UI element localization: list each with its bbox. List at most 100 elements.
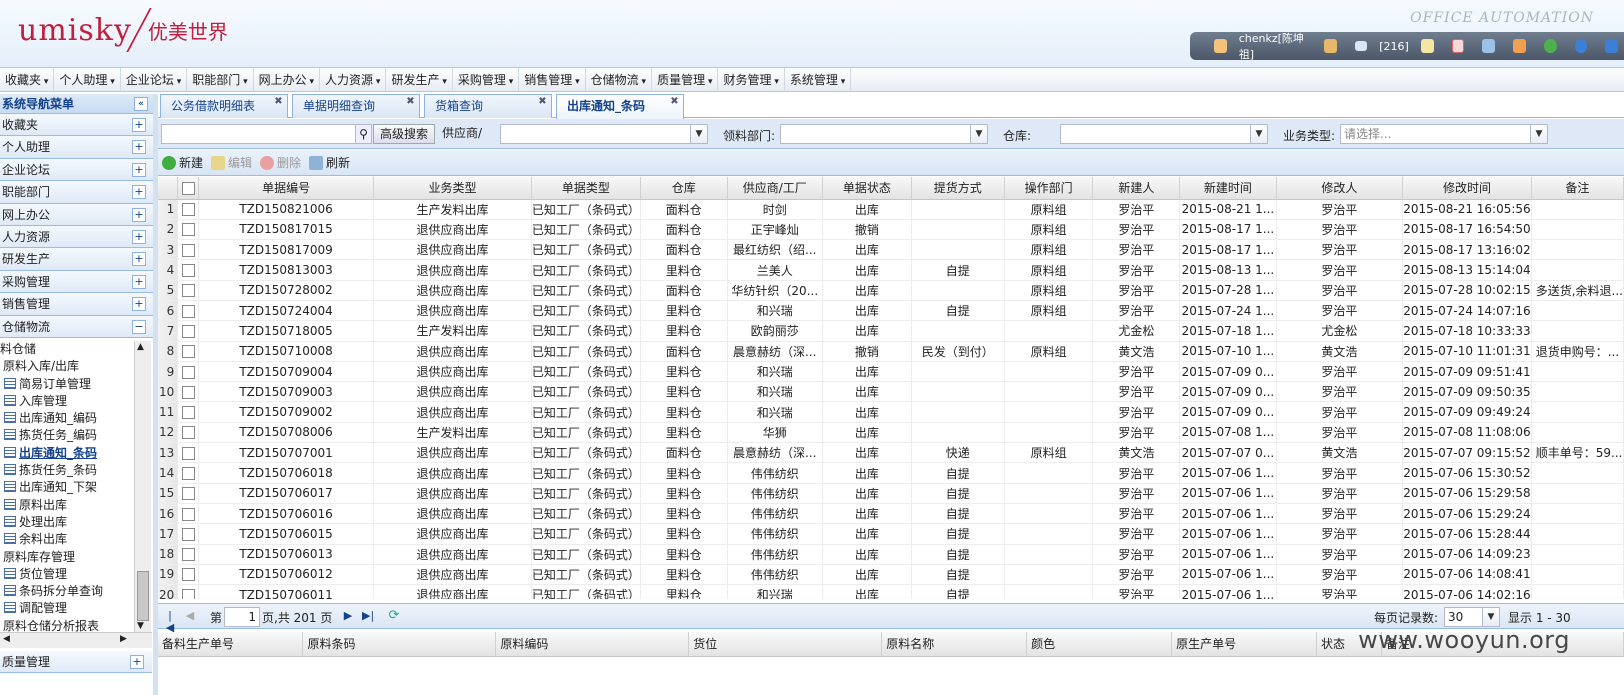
row-checkbox[interactable] — [181, 548, 195, 562]
table-row[interactable]: 15 TZD150706017 退供应商出库 已知工厂（条码式） 里料仓 伟伟纺织 出库 自提… — [158, 483, 1624, 504]
tree-node[interactable]: 入库管理 — [0, 393, 152, 410]
column-header[interactable]: 提货方式 — [911, 177, 1005, 200]
row-select-cell[interactable] — [177, 564, 199, 586]
collapse-icon[interactable] — [1605, 39, 1619, 53]
row-checkbox[interactable] — [181, 588, 195, 599]
column-header[interactable]: 单据编号 — [198, 177, 375, 200]
detail-column-header[interactable]: 原生产单号 — [1171, 632, 1318, 657]
expand-icon[interactable]: + — [132, 297, 146, 312]
row-checkbox[interactable] — [181, 507, 195, 521]
column-header[interactable]: 新建人 — [1092, 177, 1181, 200]
table-row[interactable]: 3 TZD150817009 退供应商出库 已知工厂（条码式） 面料仓 最红纺织（绍...… — [158, 239, 1624, 261]
detail-column-header[interactable]: 货位 — [688, 632, 883, 657]
table-row[interactable]: 7 TZD150718005 生产发料出库 已知工厂（条码式） 里料仓 欧韵丽莎 出库 尤金松… — [158, 320, 1624, 342]
refresh-button[interactable]: 刷新 — [309, 154, 350, 171]
row-checkbox[interactable] — [181, 324, 195, 338]
mail-icon[interactable] — [1354, 41, 1368, 51]
table-row[interactable]: 17 TZD150706015 退供应商出库 已知工厂（条码式） 里料仓 伟伟纺织 出库 自提… — [158, 523, 1624, 545]
chevron-down-icon[interactable]: ▼ — [1530, 125, 1547, 143]
column-header[interactable]: 单据类型 — [531, 177, 641, 200]
tree-node[interactable]: 简易订单管理 — [0, 376, 152, 393]
first-page-icon[interactable]: |◀ — [164, 610, 176, 634]
table-row[interactable]: 1 TZD150821006 生产发料出库 已知工厂（条码式） 面料仓 时剑 出库 原料组 罗治… — [158, 199, 1624, 220]
column-header[interactable]: 修改人 — [1276, 177, 1404, 200]
tree-node[interactable]: 拣货任务_条码 — [0, 462, 152, 479]
row-checkbox[interactable] — [181, 527, 195, 541]
chevron-down-icon[interactable]: ▼ — [970, 125, 987, 143]
detail-column-header[interactable]: 颜色 — [1026, 632, 1173, 657]
help-icon[interactable] — [1574, 39, 1588, 53]
tree-node[interactable]: 调配管理 — [0, 600, 152, 617]
row-checkbox[interactable] — [181, 406, 195, 420]
tree-node[interactable]: 处理出库 — [0, 514, 152, 531]
last-page-icon[interactable]: ▶| — [362, 610, 374, 622]
expand-icon[interactable]: + — [132, 229, 146, 244]
row-select-cell[interactable] — [177, 320, 199, 342]
column-header[interactable]: 操作部门 — [1004, 177, 1094, 200]
tree-node[interactable]: 货位管理 — [0, 566, 152, 583]
table-row[interactable]: 8 TZD150710008 退供应商出库 已知工厂（条码式） 面料仓 晨意赫纺（深...… — [158, 341, 1624, 362]
scroll-left-icon[interactable]: ◀ — [3, 634, 10, 644]
row-select-cell[interactable] — [177, 381, 199, 403]
row-checkbox[interactable] — [181, 467, 195, 480]
expand-icon[interactable]: + — [132, 207, 146, 222]
close-icon[interactable]: ✖ — [405, 97, 416, 108]
row-checkbox[interactable] — [181, 365, 195, 379]
mail-count[interactable]: [216] — [1379, 40, 1409, 53]
supplier-select[interactable]: ▼ — [500, 124, 708, 144]
keyword-input[interactable] — [161, 124, 356, 144]
sidebar-section[interactable]: 销售管理 + — [0, 293, 154, 316]
tree-node[interactable]: 出库通知_下架 — [0, 479, 152, 496]
row-select-cell[interactable] — [177, 361, 199, 383]
tree-node[interactable]: 料仓储 — [0, 341, 152, 358]
close-icon[interactable]: ✖ — [669, 97, 680, 108]
detail-column-header[interactable]: 原料名称 — [881, 632, 1028, 657]
tree-node[interactable]: 原料入库/出库 — [0, 358, 152, 375]
table-row[interactable]: 20 TZD150706011 退供应商出库 已知工厂（条码式） 里料仓 和兴瑞 出库 自提 罗… — [158, 584, 1624, 599]
column-header[interactable]: 单据状态 — [822, 177, 912, 200]
row-checkbox[interactable] — [181, 426, 195, 440]
biztype-select[interactable]: 请选择... ▼ — [1340, 124, 1548, 144]
expand-icon[interactable]: + — [132, 118, 146, 132]
sidebar-section[interactable]: 企业论坛 + — [0, 158, 154, 182]
sidebar-section[interactable]: 仓储物流 − — [0, 315, 154, 338]
scroll-thumb[interactable] — [137, 571, 149, 621]
menu-item[interactable]: 财务管理 — [718, 67, 785, 92]
detail-column-header[interactable]: 原料条码 — [302, 632, 497, 657]
column-header[interactable]: 仓库 — [640, 177, 728, 200]
row-select-cell[interactable] — [177, 483, 199, 504]
detail-column-header[interactable]: 原料编码 — [495, 632, 690, 657]
sidebar-section[interactable]: 研发生产 + — [0, 248, 154, 271]
menu-item[interactable]: 仓储物流 — [586, 67, 653, 92]
row-select-cell[interactable] — [177, 442, 199, 464]
user-icon[interactable] — [1214, 39, 1227, 53]
delete-button[interactable]: 删除 — [260, 154, 301, 171]
column-header[interactable]: 业务类型 — [373, 177, 532, 200]
expand-icon[interactable]: + — [132, 140, 146, 155]
warehouse-select[interactable]: ▼ — [1060, 124, 1268, 144]
sidebar-section[interactable]: 收藏夹 + — [0, 114, 154, 137]
contacts-icon[interactable] — [1323, 39, 1337, 53]
row-select-cell[interactable] — [177, 341, 199, 362]
scroll-up-icon[interactable]: ▲ — [137, 342, 144, 352]
row-select-cell[interactable] — [177, 219, 199, 241]
scroll-down-icon[interactable]: ▼ — [137, 621, 144, 631]
table-row[interactable]: 5 TZD150728002 退供应商出库 已知工厂（条码式） 面料仓 华纺针织（20..… — [158, 280, 1624, 301]
edit-button[interactable]: 编辑 — [211, 154, 252, 171]
tree-node[interactable]: 原料出库 — [0, 497, 152, 514]
close-icon[interactable]: ✖ — [537, 97, 548, 108]
column-header[interactable]: 供应商/工厂 — [727, 177, 823, 200]
menu-item[interactable]: 网上办公 — [254, 67, 321, 92]
menu-item[interactable]: 采购管理 — [453, 67, 520, 92]
menu-item[interactable]: 系统管理 — [785, 67, 852, 92]
group-icon[interactable] — [1482, 39, 1496, 53]
detail-column-header[interactable]: 备料生产单号 — [158, 632, 304, 657]
menu-item[interactable]: 收藏夹 — [0, 67, 55, 92]
row-select-cell[interactable] — [177, 280, 199, 301]
expand-icon[interactable]: + — [132, 252, 146, 267]
collapse-icon[interactable]: − — [132, 319, 146, 334]
dept-select[interactable]: ▼ — [780, 124, 988, 144]
row-checkbox[interactable] — [181, 487, 195, 501]
tab[interactable]: 货箱查询 ✖ — [424, 94, 552, 118]
row-select-cell[interactable] — [177, 584, 199, 599]
